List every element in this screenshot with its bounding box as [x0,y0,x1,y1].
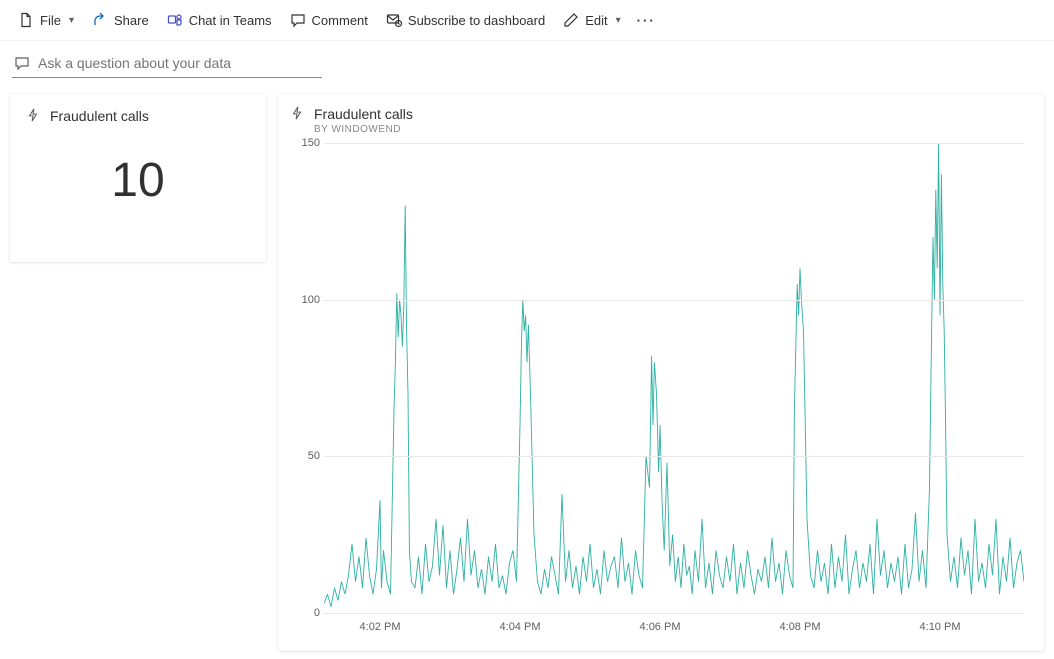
kpi-value: 10 [26,153,250,208]
share-icon [92,12,108,28]
dashboard-canvas: Fraudulent calls 10 Fraudulent calls BY … [0,86,1054,659]
subscribe-label: Subscribe to dashboard [408,13,545,28]
share-label: Share [114,13,149,28]
qa-row [0,41,1054,86]
file-label: File [40,13,61,28]
kpi-title: Fraudulent calls [50,108,149,124]
kpi-tile[interactable]: Fraudulent calls 10 [10,94,266,262]
streaming-icon [26,108,40,125]
x-tick: 4:08 PM [780,621,821,633]
command-bar: File ▾ Share Chat in Teams Comment Subsc… [0,0,1054,41]
qa-input[interactable] [38,55,320,71]
series-line [324,143,1024,607]
chart-title: Fraudulent calls [314,106,413,122]
y-axis: 050100150 [290,143,324,613]
edit-label: Edit [585,13,607,28]
teams-icon [167,12,183,28]
pencil-icon [563,12,579,28]
share-button[interactable]: Share [84,8,157,32]
chevron-down-icon: ▾ [616,15,621,26]
streaming-icon [290,106,304,123]
comment-label: Comment [312,13,368,28]
y-tick: 50 [308,450,320,462]
edit-menu[interactable]: Edit ▾ [555,8,628,32]
subscribe-button[interactable]: Subscribe to dashboard [378,8,553,32]
file-icon [18,12,34,28]
y-tick: 150 [302,137,320,149]
grid-line [324,143,1024,144]
grid-line [324,300,1024,301]
grid-line [324,613,1024,614]
comment-icon [14,55,30,71]
more-icon: ··· [637,13,656,28]
x-tick: 4:10 PM [920,621,961,633]
x-tick: 4:06 PM [640,621,681,633]
file-menu[interactable]: File ▾ [10,8,82,32]
x-tick: 4:02 PM [360,621,401,633]
qa-input-box[interactable] [12,51,322,78]
y-tick: 100 [302,294,320,306]
comment-icon [290,12,306,28]
chat-label: Chat in Teams [189,13,272,28]
plot [324,143,1024,613]
grid-line [324,456,1024,457]
x-axis: 4:02 PM 4:04 PM 4:06 PM 4:08 PM 4:10 PM [324,621,1024,637]
subscribe-icon [386,12,402,28]
chart-subtitle: BY WINDOWEND [314,124,413,135]
chevron-down-icon: ▾ [69,15,74,26]
x-tick: 4:04 PM [500,621,541,633]
chat-teams-button[interactable]: Chat in Teams [159,8,280,32]
y-tick: 0 [314,607,320,619]
chart-tile[interactable]: Fraudulent calls BY WINDOWEND 050100150 … [278,94,1044,651]
comment-button[interactable]: Comment [282,8,376,32]
chart-plot-area: 050100150 4:02 PM4:04 PM4:06 PM4:08 PM4:… [290,143,1032,643]
more-options-button[interactable]: ··· [631,13,662,28]
